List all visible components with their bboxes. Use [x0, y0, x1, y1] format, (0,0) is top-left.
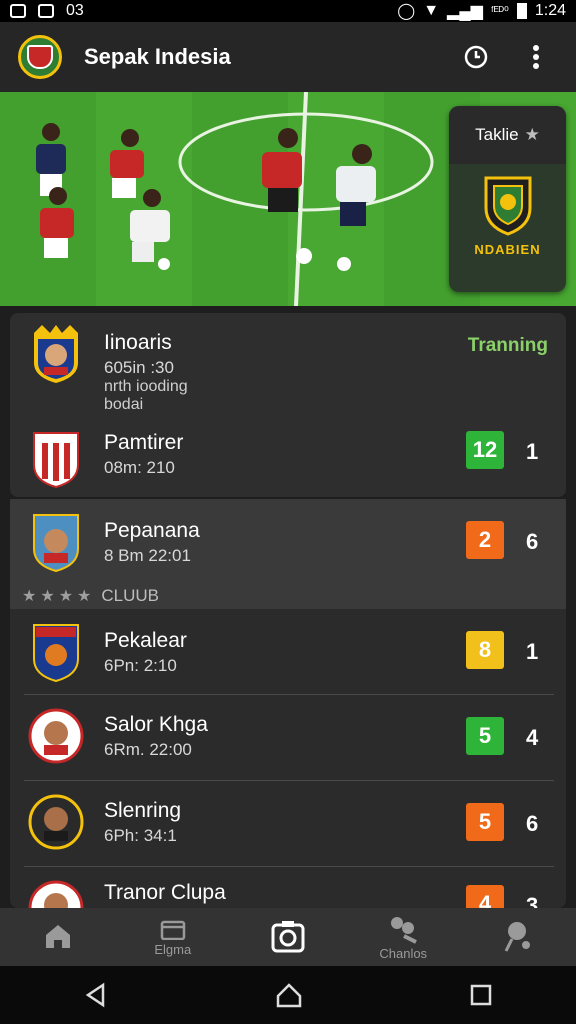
- match-team-name: Slenring: [104, 799, 182, 822]
- recents-icon[interactable]: [469, 983, 493, 1007]
- list-item[interactable]: Pepanana 8 Bm 22:01 2 6: [10, 499, 566, 583]
- team-crest-icon: [28, 794, 84, 850]
- score-badge: 2: [466, 521, 504, 559]
- score-badge: 5: [466, 803, 504, 841]
- club-section-header: ★ ★ ★ ★ CLUUB: [10, 583, 566, 609]
- club-label: CLUUB: [101, 586, 159, 605]
- nav-schedule[interactable]: Elgma: [115, 908, 230, 966]
- feature-label: NDABIEN: [474, 242, 541, 257]
- list-item[interactable]: Slenring 6Ph: 34:1 5 6: [10, 781, 566, 865]
- match-team-name: Pamtirer: [104, 431, 184, 454]
- team-crest-icon: [34, 325, 78, 383]
- rank-number: 3: [526, 893, 539, 908]
- star-icon: ★: [40, 588, 55, 605]
- whistle-icon: [505, 922, 531, 952]
- wifi-icon: ▼: [423, 2, 440, 19]
- match-team-name: Pepanana: [104, 519, 200, 542]
- overflow-menu-button[interactable]: [514, 35, 558, 79]
- battery-icon: [516, 3, 527, 19]
- status-bar: 03 ◯ ▼ ▂▄▆ ᶠᴱᴰ⁰ 1:24: [0, 0, 576, 22]
- match-time: 8 Bm 22:01: [104, 546, 191, 565]
- team-crest-icon: [33, 624, 79, 683]
- featured-club-card[interactable]: Taklie ★ NDABIEN: [449, 106, 566, 292]
- score-badge: 4: [466, 885, 504, 908]
- list-item[interactable]: Iinoaris 605in :30 nrth iooding bodai Tr…: [10, 313, 566, 421]
- match-time: 6Pn: 2:10: [104, 656, 177, 675]
- training-tag[interactable]: Tranning: [468, 335, 548, 357]
- score-badge: 8: [466, 631, 504, 669]
- rank-number: 1: [526, 639, 539, 664]
- bottom-navigation: Elgma Chanlos: [0, 908, 576, 966]
- star-icon: ★: [77, 588, 92, 605]
- match-team-name: Tranor Clupa: [104, 881, 226, 904]
- list-item[interactable]: Pekalear 6Pn: 2:10 8 1: [10, 609, 566, 693]
- match-team-name: Pekalear: [104, 629, 187, 652]
- history-button[interactable]: [454, 35, 498, 79]
- clock-icon: [464, 45, 488, 69]
- players-icon: [391, 916, 418, 944]
- highlight-panel: Pepanana 8 Bm 22:01 2 6 ★ ★ ★ ★ CLUUB: [10, 499, 566, 609]
- list-item[interactable]: Tranor Clupa 4 3: [10, 867, 566, 908]
- club-matches-panel: Pekalear 6Pn: 2:10 8 1 Salor Khga 6Rm. 2…: [10, 609, 566, 908]
- back-icon[interactable]: [83, 982, 109, 1008]
- status-right-text: ᶠᴱᴰ⁰: [490, 4, 509, 18]
- more-vertical-icon: [533, 45, 539, 69]
- rank-number: 6: [526, 529, 539, 554]
- rank-number: 4: [526, 725, 539, 750]
- camera-icon: [271, 921, 305, 953]
- nav-referee[interactable]: [461, 908, 576, 966]
- team-crest-icon: [28, 880, 84, 908]
- team-crest-icon: [33, 432, 79, 489]
- match-time: 6Ph: 34:1: [104, 826, 177, 845]
- match-time: 08m: 210: [104, 458, 175, 477]
- star-icon: ★: [58, 588, 74, 605]
- home-system-icon[interactable]: [275, 982, 303, 1008]
- home-icon: [45, 925, 70, 948]
- rank-number: 6: [526, 811, 539, 836]
- star-icon: ★: [22, 588, 37, 605]
- gallery-icon: [38, 4, 54, 18]
- match-team-name: Salor Khga: [104, 713, 208, 736]
- notification-icon: [10, 4, 26, 18]
- nav-home[interactable]: [0, 908, 115, 966]
- app-title: Sepak Indesia: [84, 44, 231, 69]
- list-item[interactable]: Salor Khga 6Rm. 22:00 5 4: [10, 695, 566, 779]
- status-time: 1:24: [534, 2, 566, 19]
- nav-label: Chanlos: [379, 945, 428, 961]
- feature-title: Taklie: [475, 125, 519, 144]
- calendar-icon: [160, 920, 186, 940]
- match-list: Iinoaris 605in :30 nrth iooding bodai Tr…: [10, 313, 566, 908]
- app-bar: Sepak Indesia: [0, 22, 576, 92]
- nav-camera[interactable]: [230, 908, 345, 966]
- nav-players[interactable]: Chanlos: [346, 908, 461, 966]
- app-logo[interactable]: [18, 35, 62, 79]
- team-crest-icon: [28, 708, 84, 764]
- club-crest-icon: [484, 176, 531, 236]
- score-badge: 5: [466, 717, 504, 755]
- rank-number: 1: [526, 439, 539, 464]
- status-left-text: 03: [66, 2, 84, 19]
- top-matches-panel: Iinoaris 605in :30 nrth iooding bodai Tr…: [10, 313, 566, 497]
- system-navigation-bar: [0, 966, 576, 1024]
- nav-label: Elgma: [154, 941, 192, 957]
- alarm-icon: ◯: [397, 3, 416, 20]
- signal-icon: ▂▄▆: [447, 3, 483, 20]
- match-time: 605in :30: [104, 358, 174, 377]
- match-time: 6Rm. 22:00: [104, 740, 192, 759]
- match-detail: nrth iooding: [104, 378, 188, 395]
- list-item[interactable]: Pamtirer 08m: 210 12 1: [10, 421, 566, 497]
- match-detail-2: bodai: [104, 396, 144, 413]
- star-icon[interactable]: ★: [525, 125, 540, 145]
- team-crest-icon: [33, 514, 79, 573]
- match-team-name: Iinoaris: [104, 331, 172, 354]
- score-badge: 12: [466, 431, 504, 469]
